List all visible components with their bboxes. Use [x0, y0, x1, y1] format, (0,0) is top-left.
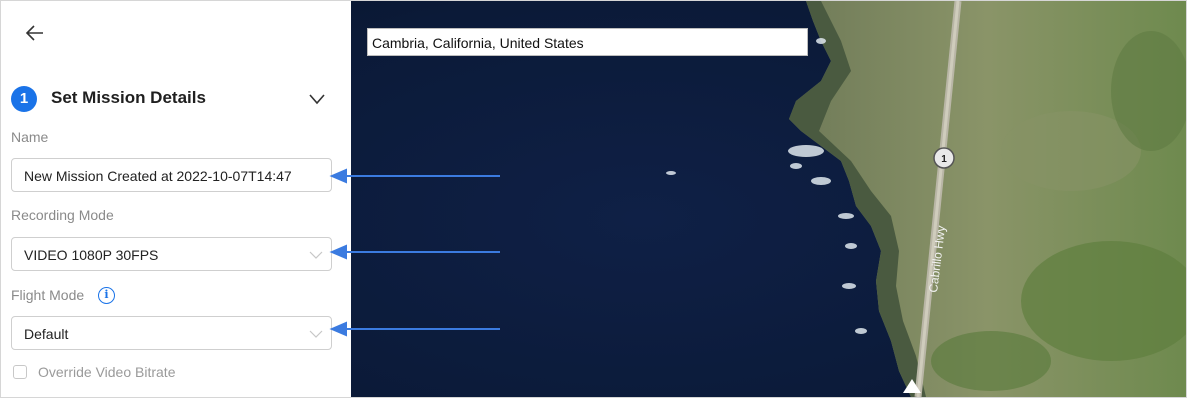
chevron-down-icon[interactable] — [307, 89, 327, 109]
flight-mode-select[interactable]: Default — [11, 316, 332, 350]
satellite-imagery: 1 Cabrillo Hwy — [351, 1, 1186, 397]
back-arrow-icon[interactable] — [23, 21, 47, 45]
mission-panel: 1 Set Mission Details Name New Mission C… — [1, 1, 351, 397]
flight-mode-value: Default — [24, 326, 69, 342]
chevron-down-icon — [309, 251, 323, 259]
override-bitrate-checkbox[interactable] — [13, 365, 27, 379]
step-number-badge: 1 — [11, 86, 37, 112]
name-field-value: New Mission Created at 2022-10-07T14:47 — [24, 168, 292, 184]
flight-mode-label: Flight Mode — [11, 287, 85, 303]
location-search-input[interactable]: Cambria, California, United States — [367, 28, 808, 56]
road-shield-number: 1 — [941, 154, 947, 165]
recording-mode-select[interactable]: VIDEO 1080P 30FPS — [11, 237, 332, 271]
step-title: Set Mission Details — [51, 88, 206, 107]
chevron-down-icon — [309, 330, 323, 338]
location-search-value: Cambria, California, United States — [372, 35, 584, 51]
recording-mode-value: VIDEO 1080P 30FPS — [24, 247, 159, 263]
name-field[interactable]: New Mission Created at 2022-10-07T14:47 — [11, 158, 332, 192]
info-icon[interactable]: i — [98, 287, 115, 304]
name-label: Name — [11, 129, 49, 145]
satellite-map[interactable]: 1 Cabrillo Hwy Cambria, California, Unit… — [351, 1, 1186, 397]
recording-mode-label: Recording Mode — [11, 207, 114, 223]
override-bitrate-label: Override Video Bitrate — [38, 364, 176, 380]
app-frame: 1 Set Mission Details Name New Mission C… — [0, 0, 1187, 398]
step-header[interactable]: 1 Set Mission Details — [11, 85, 331, 113]
